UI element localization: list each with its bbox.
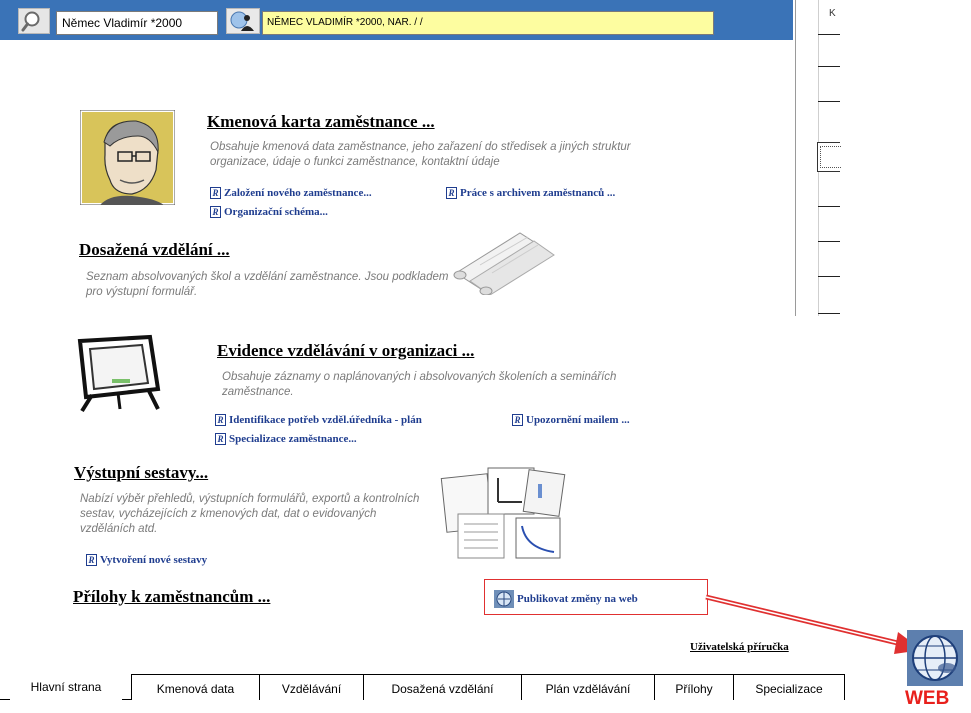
employee-card-heading[interactable]: Kmenová karta zaměstnance ... (207, 112, 435, 132)
search-button[interactable] (18, 8, 50, 34)
attachments-heading[interactable]: Přílohy k zaměstnancům ... (73, 587, 270, 607)
reports-image (440, 462, 566, 562)
employee-pick-button[interactable] (226, 8, 260, 34)
r-link-icon: R (215, 433, 226, 445)
publish-changes-link[interactable]: Publikovat změny na web (494, 590, 638, 608)
employee-specialization-link[interactable]: R Specializace zaměstnance... (215, 433, 357, 445)
person-pick-icon (230, 11, 254, 31)
magnifier-icon (21, 11, 40, 32)
employee-card-description: Obsahuje kmenová data zaměstnance, jeho … (210, 141, 631, 168)
tab-education-plan[interactable]: Plán vzdělávání (521, 674, 655, 700)
tab-attachments[interactable]: Přílohy (654, 674, 734, 700)
employee-name-field[interactable]: Němec Vladimír *2000 (56, 11, 218, 35)
output-reports-heading[interactable]: Výstupní sestavy... (74, 463, 208, 483)
whiteboard-image (72, 333, 164, 413)
tab-main-page[interactable]: Hlavní strana (10, 671, 122, 701)
tab-education-achieved[interactable]: Dosažená vzdělání (363, 674, 522, 700)
needs-identification-link[interactable]: R Identifikace potřeb vzděl.úředníka - pl… (215, 414, 422, 426)
web-globe-image (907, 630, 963, 686)
globe-icon (907, 630, 963, 686)
email-notification-link[interactable]: R Upozornění mailem ... (512, 414, 630, 426)
education-achieved-description: Seznam absolvovaných škol a vzdělání zam… (86, 271, 449, 298)
r-link-icon: R (210, 187, 221, 199)
training-records-description: Obsahuje záznamy o naplánovaných i absol… (222, 371, 617, 398)
employee-portrait (79, 109, 176, 206)
r-link-icon: R (210, 206, 221, 218)
web-label: WEB (905, 688, 950, 709)
side-panel-letter: K (829, 8, 836, 19)
new-employee-link[interactable]: R Založení nového zaměstnance... (210, 187, 372, 199)
employee-info-field: NĚMEC VLADIMÍR *2000, NAR. / / (262, 11, 714, 35)
r-link-icon: R (215, 414, 226, 426)
new-report-link[interactable]: R Vytvoření nové sestavy (86, 554, 207, 566)
arrow-to-web (705, 594, 922, 654)
user-manual-link[interactable]: Uživatelská příručka (690, 641, 789, 653)
r-link-icon: R (86, 554, 97, 566)
training-records-heading[interactable]: Evidence vzdělávání v organizaci ... (217, 341, 474, 361)
employee-archive-link[interactable]: R Práce s archivem zaměstnanců ... (446, 187, 615, 199)
diploma-scrolls-image (450, 225, 560, 296)
r-link-icon: R (446, 187, 457, 199)
tab-core-data[interactable]: Kmenová data (131, 674, 260, 700)
education-achieved-heading[interactable]: Dosažená vzdělání ... (79, 240, 230, 260)
output-reports-description: Nabízí výběr přehledů, výstupních formul… (80, 493, 420, 535)
tab-education[interactable]: Vzdělávání (259, 674, 364, 700)
org-chart-link[interactable]: R Organizační schéma... (210, 206, 328, 218)
tab-specialization[interactable]: Specializace (733, 674, 845, 700)
r-link-icon: R (512, 414, 523, 426)
globe-icon (494, 590, 514, 608)
